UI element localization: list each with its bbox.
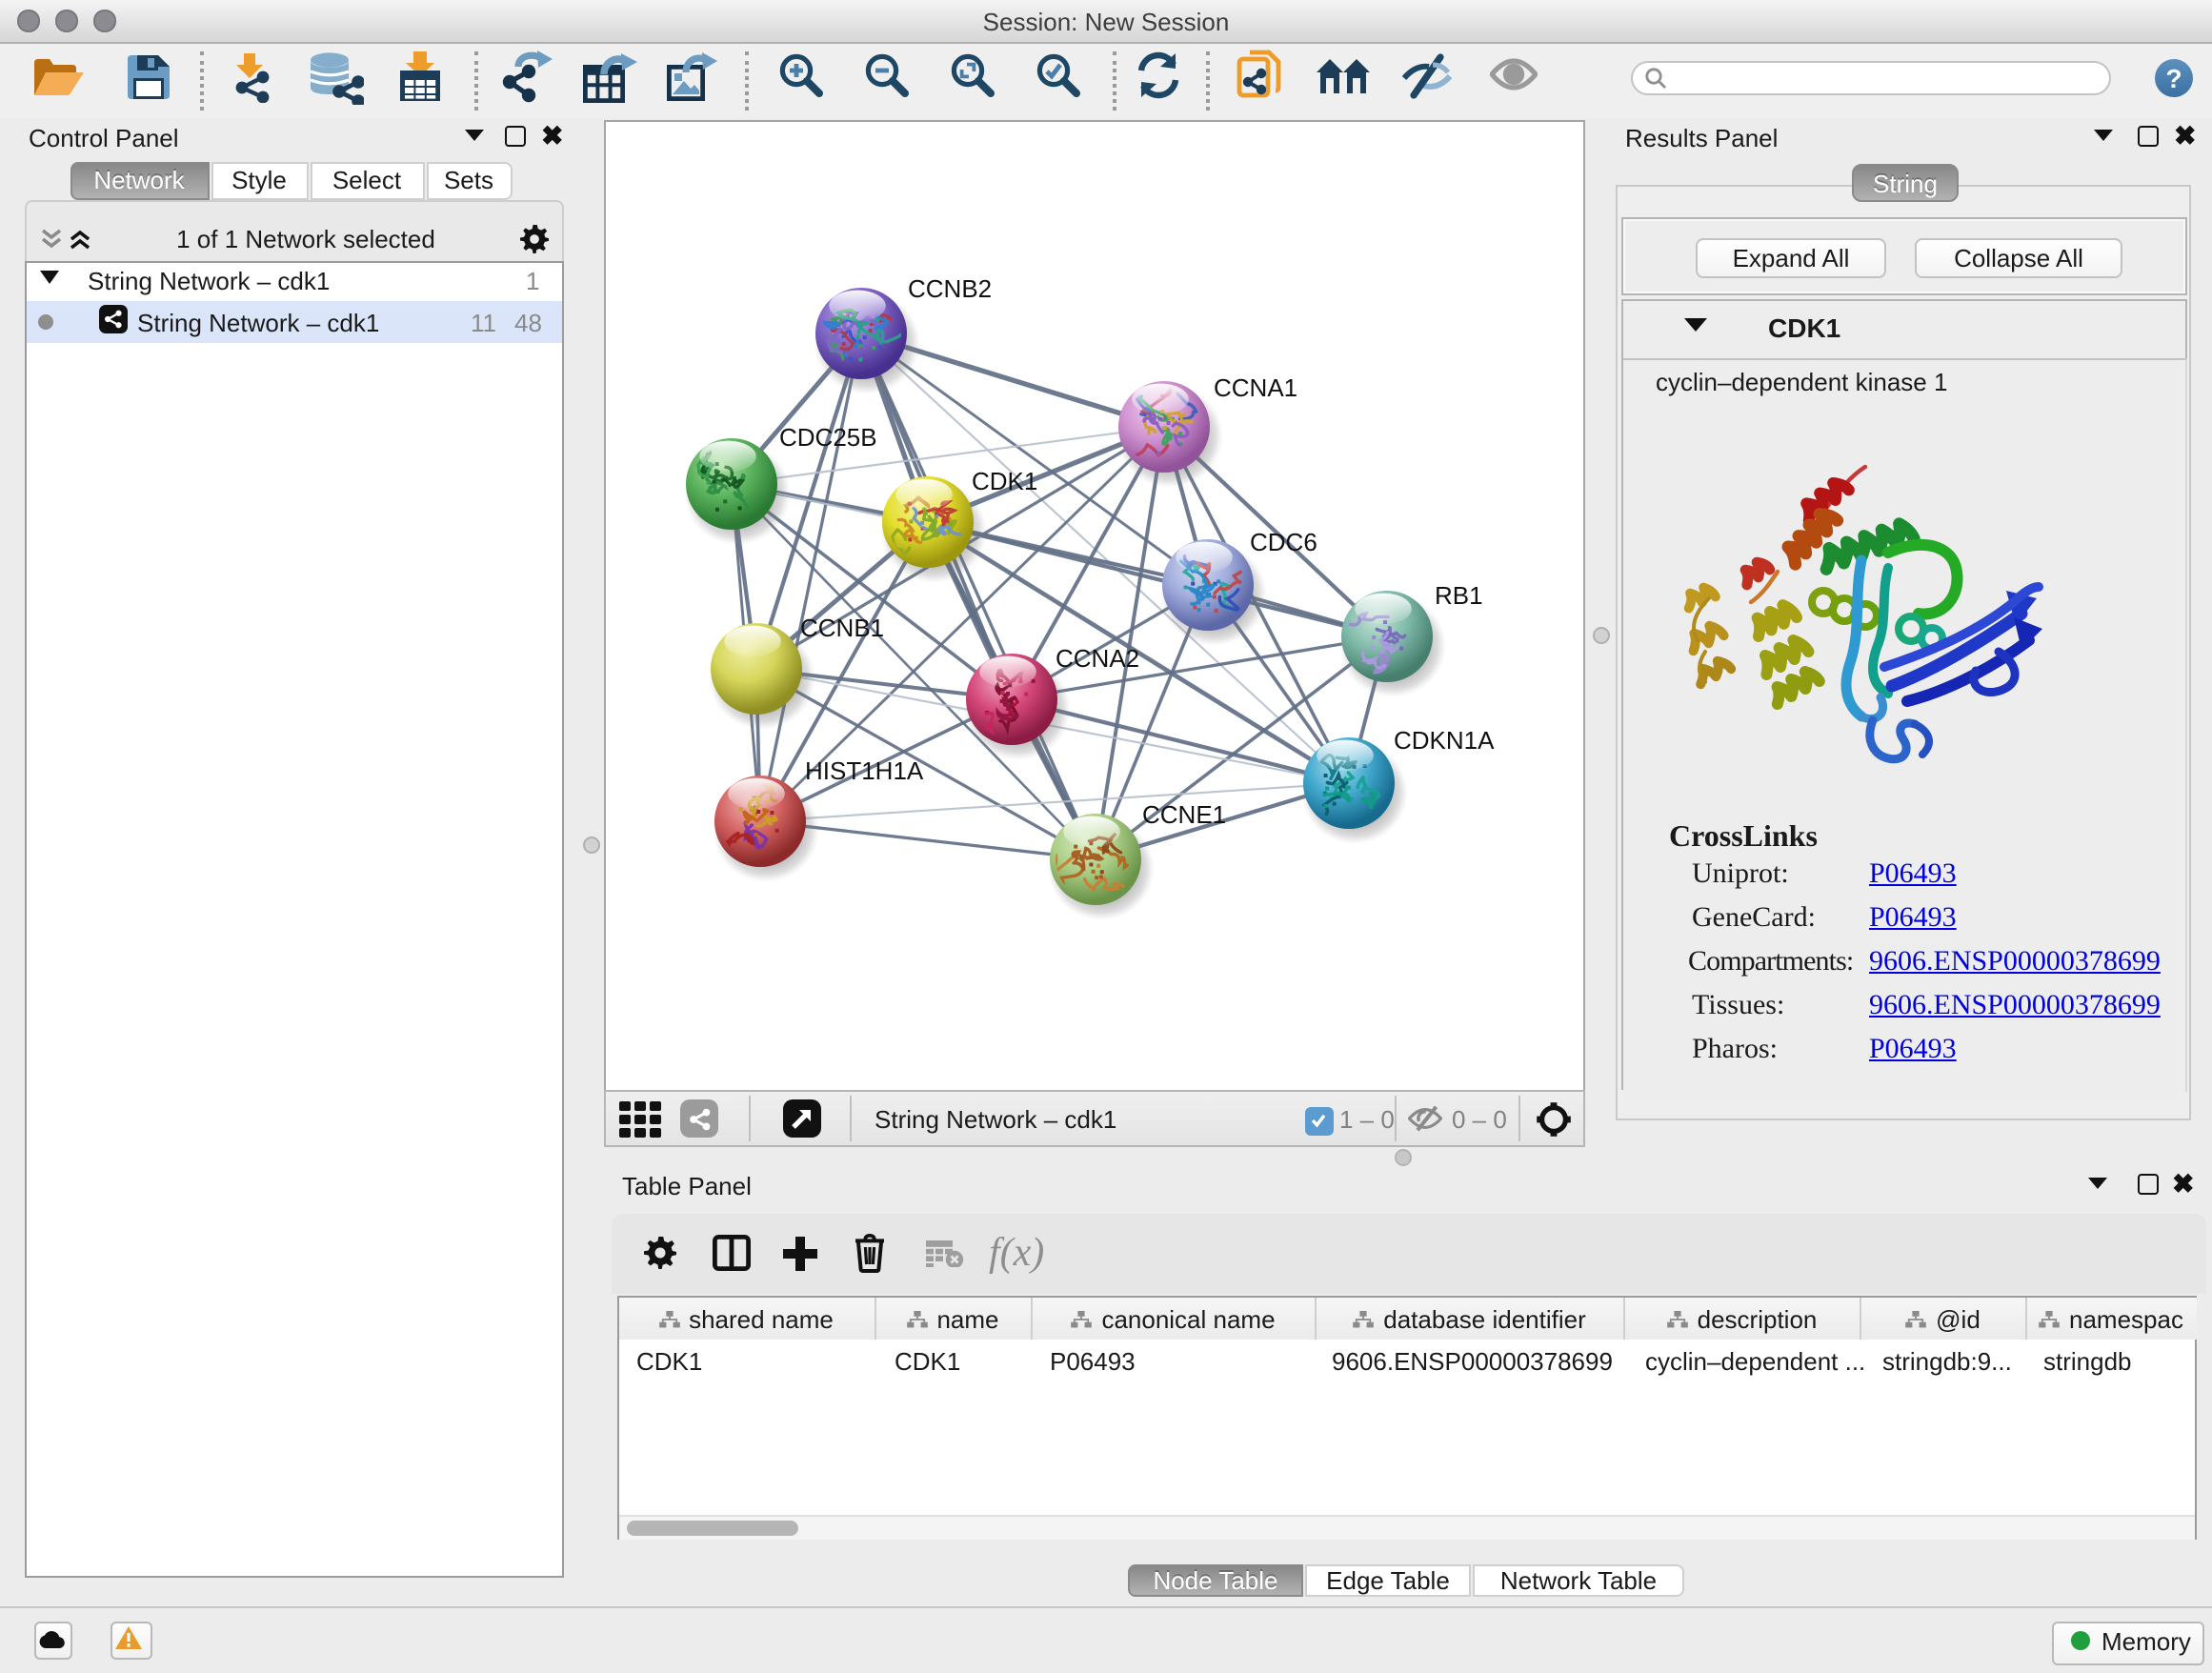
svg-text:CDKN1A: CDKN1A: [1394, 726, 1495, 755]
svg-text:RB1: RB1: [1435, 581, 1483, 610]
svg-text:CDC25B: CDC25B: [779, 423, 877, 452]
svg-text:CCNA1: CCNA1: [1214, 373, 1297, 402]
svg-text:CCNA2: CCNA2: [1056, 644, 1139, 673]
svg-text:HIST1H1A: HIST1H1A: [805, 756, 924, 785]
svg-text:CCNE1: CCNE1: [1142, 800, 1226, 829]
svg-text:CCNB2: CCNB2: [908, 274, 992, 303]
svg-text:CDK1: CDK1: [972, 467, 1037, 495]
svg-text:CDC6: CDC6: [1250, 528, 1317, 556]
svg-text:CCNB1: CCNB1: [800, 614, 884, 642]
